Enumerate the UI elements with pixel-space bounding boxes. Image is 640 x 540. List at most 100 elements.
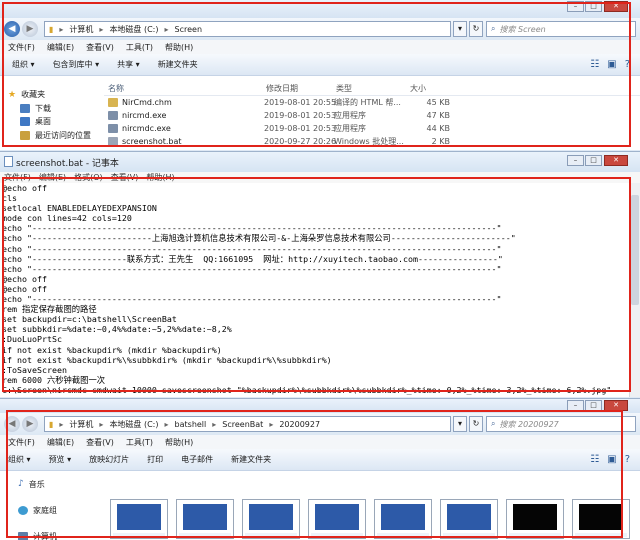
column-date[interactable]: 修改日期	[264, 83, 334, 94]
file-row[interactable]: screenshot.bat 2020-09-27 20:26 Windows …	[104, 135, 640, 148]
screenshot-thumbnail[interactable]	[506, 499, 564, 539]
view-options-icon[interactable]: ☷	[590, 59, 599, 70]
menu-help[interactable]: 帮助(H)	[165, 437, 193, 448]
help-icon[interactable]: ?	[625, 59, 630, 70]
column-type[interactable]: 类型	[334, 83, 408, 94]
new-folder-button[interactable]: 新建文件夹	[158, 59, 198, 70]
column-header-row: 名称 修改日期 类型 大小	[104, 82, 640, 96]
help-icon[interactable]: ?	[625, 454, 630, 465]
preview-button[interactable]: 预览 ▾	[49, 454, 72, 465]
notepad-text-area[interactable]: @echo off cls setlocal ENABLEDELAYEDEXPANS…	[2, 183, 628, 397]
dropdown-button[interactable]: ▾	[453, 416, 467, 432]
breadcrumb-screenbat[interactable]: ScreenBat	[222, 420, 263, 429]
close-button[interactable]: ✕	[604, 155, 628, 166]
nav-label: 计算机	[33, 531, 57, 540]
menu-file[interactable]: 文件(F)	[8, 437, 35, 448]
close-button[interactable]: ✕	[604, 400, 628, 411]
breadcrumb-computer[interactable]: 计算机	[69, 419, 93, 430]
column-size[interactable]: 大小	[408, 83, 450, 94]
file-row[interactable]: nircmd.exe 2019-08-01 20:53 应用程序 47 KB	[104, 109, 640, 122]
email-button[interactable]: 电子邮件	[181, 454, 213, 465]
share-button[interactable]: 共享 ▾	[117, 59, 140, 70]
organize-button[interactable]: 组织 ▾	[8, 454, 31, 465]
maximize-button[interactable]: □	[585, 155, 602, 166]
screenshot-thumbnail[interactable]	[176, 499, 234, 539]
maximize-button[interactable]: □	[585, 1, 602, 12]
file-row[interactable]: nircmdc.exe 2019-08-01 20:53 应用程序 44 KB	[104, 122, 640, 135]
nav-label: 桌面	[35, 117, 51, 127]
nav-label: 音乐	[28, 479, 45, 489]
screenshot-thumbnail[interactable]	[572, 499, 630, 539]
menu-file[interactable]: 文件(F)	[4, 172, 31, 183]
breadcrumb-date-folder[interactable]: 20200927	[279, 420, 320, 429]
column-name[interactable]: 名称	[104, 83, 264, 94]
preview-pane-icon[interactable]: ▣	[607, 454, 616, 465]
nav-music[interactable]: ♪ 音乐	[0, 471, 105, 497]
breadcrumb-batshell[interactable]: batshell	[175, 420, 207, 429]
minimize-button[interactable]: –	[567, 400, 584, 411]
search-input[interactable]: ⌕ 搜索 20200927	[486, 416, 636, 432]
menu-file[interactable]: 文件(F)	[8, 42, 35, 53]
forward-button[interactable]: ▶	[22, 416, 38, 432]
slideshow-button[interactable]: 放映幻灯片	[89, 454, 129, 465]
nav-downloads[interactable]: 下载	[0, 102, 100, 116]
address-bar[interactable]: ▮ ▸ 计算机 ▸ 本地磁盘 (C:) ▸ Screen	[44, 21, 451, 37]
menu-format[interactable]: 格式(O)	[74, 172, 103, 183]
code-line: if not exist %backupdir%\%subbkdir% (mkd…	[2, 354, 332, 365]
code-line: @echo off	[2, 183, 47, 193]
exe-file-icon	[108, 124, 118, 133]
refresh-button[interactable]: ↻	[469, 416, 483, 432]
menu-help[interactable]: 帮助(H)	[146, 172, 174, 183]
nav-label: 下载	[35, 103, 51, 113]
nav-desktop[interactable]: 桌面	[0, 115, 100, 129]
breadcrumb-drive[interactable]: 本地磁盘 (C:)	[109, 24, 158, 35]
screenshot-thumbnail[interactable]	[242, 499, 300, 539]
dropdown-button[interactable]: ▾	[453, 21, 467, 37]
close-button[interactable]: ✕	[604, 1, 628, 12]
search-placeholder: 搜索 20200927	[499, 419, 559, 429]
nav-favorites[interactable]: ★ 收藏夹	[0, 88, 100, 102]
file-name: nircmdc.exe	[122, 124, 171, 133]
code-line: set subbkdir=%date:~0,4%%date:~5,2%%date…	[2, 324, 232, 335]
nav-homegroup[interactable]: 家庭组	[0, 497, 105, 523]
menu-help[interactable]: 帮助(H)	[165, 42, 193, 53]
menu-tools[interactable]: 工具(T)	[126, 437, 153, 448]
menu-view[interactable]: 查看(V)	[111, 172, 139, 183]
screenshot-thumbnail[interactable]	[374, 499, 432, 539]
breadcrumb-drive[interactable]: 本地磁盘 (C:)	[109, 419, 158, 430]
menu-tools[interactable]: 工具(T)	[126, 42, 153, 53]
view-options-icon[interactable]: ☷	[590, 454, 599, 465]
screenshot-thumbnail[interactable]	[308, 499, 366, 539]
refresh-button[interactable]: ↻	[469, 21, 483, 37]
forward-button[interactable]: ▶	[22, 21, 38, 37]
new-folder-button[interactable]: 新建文件夹	[231, 454, 271, 465]
menu-view[interactable]: 查看(V)	[86, 42, 114, 53]
back-button[interactable]: ◀	[4, 21, 20, 37]
back-button[interactable]: ◀	[4, 416, 20, 432]
organize-button[interactable]: 组织 ▾	[12, 59, 35, 70]
chevron-icon: ▸	[212, 419, 217, 429]
vertical-scrollbar[interactable]	[629, 183, 640, 397]
code-line: goto :ToSaveScreen	[2, 395, 628, 397]
preview-pane-icon[interactable]: ▣	[607, 59, 616, 70]
address-bar[interactable]: ▮ ▸ 计算机 ▸ 本地磁盘 (C:) ▸ batshell ▸ ScreenB…	[44, 416, 451, 432]
menu-edit[interactable]: 编辑(E)	[39, 172, 66, 183]
file-row[interactable]: NirCmd.chm 2019-08-01 20:55 编译的 HTML 帮..…	[104, 96, 640, 109]
minimize-button[interactable]: –	[567, 1, 584, 12]
screenshot-thumbnail[interactable]	[110, 499, 168, 539]
scrollbar-thumb[interactable]	[631, 195, 639, 305]
code-line: echo "----------------------------------…	[2, 223, 502, 234]
print-button[interactable]: 打印	[147, 454, 163, 465]
menu-edit[interactable]: 编辑(E)	[47, 42, 74, 53]
nav-computer[interactable]: 计算机	[0, 523, 105, 540]
nav-recent-places[interactable]: 最近访问的位置	[0, 129, 100, 143]
menu-view[interactable]: 查看(V)	[86, 437, 114, 448]
minimize-button[interactable]: –	[567, 155, 584, 166]
breadcrumb-computer[interactable]: 计算机	[69, 24, 93, 35]
screenshot-thumbnail[interactable]	[440, 499, 498, 539]
maximize-button[interactable]: □	[585, 400, 602, 411]
menu-edit[interactable]: 编辑(E)	[47, 437, 74, 448]
include-in-library-button[interactable]: 包含到库中 ▾	[53, 59, 100, 70]
search-input[interactable]: ⌕ 搜索 Screen	[486, 21, 636, 37]
breadcrumb-folder[interactable]: Screen	[175, 25, 203, 34]
